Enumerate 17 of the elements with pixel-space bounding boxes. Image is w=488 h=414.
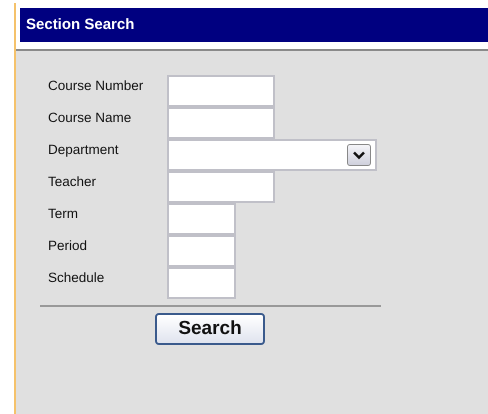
search-button[interactable]: Search: [155, 313, 265, 345]
field-label: Course Name: [48, 109, 132, 127]
field-label: Teacher: [48, 173, 98, 191]
field-label: Department: [48, 141, 120, 159]
input-field[interactable]: [167, 107, 275, 139]
field-label: Period: [48, 237, 88, 255]
input-field[interactable]: [167, 75, 275, 107]
input-field[interactable]: [167, 235, 236, 267]
section-title: Section Search: [20, 8, 488, 42]
field-label: Schedule: [48, 269, 106, 287]
input-field[interactable]: [167, 171, 275, 203]
chevron-down-icon: [353, 150, 365, 160]
field-label: Term: [48, 205, 79, 223]
field-label: Course Number: [48, 77, 144, 95]
input-field[interactable]: [167, 267, 236, 299]
input-field[interactable]: [167, 203, 236, 235]
dropdown-button[interactable]: [347, 144, 371, 166]
